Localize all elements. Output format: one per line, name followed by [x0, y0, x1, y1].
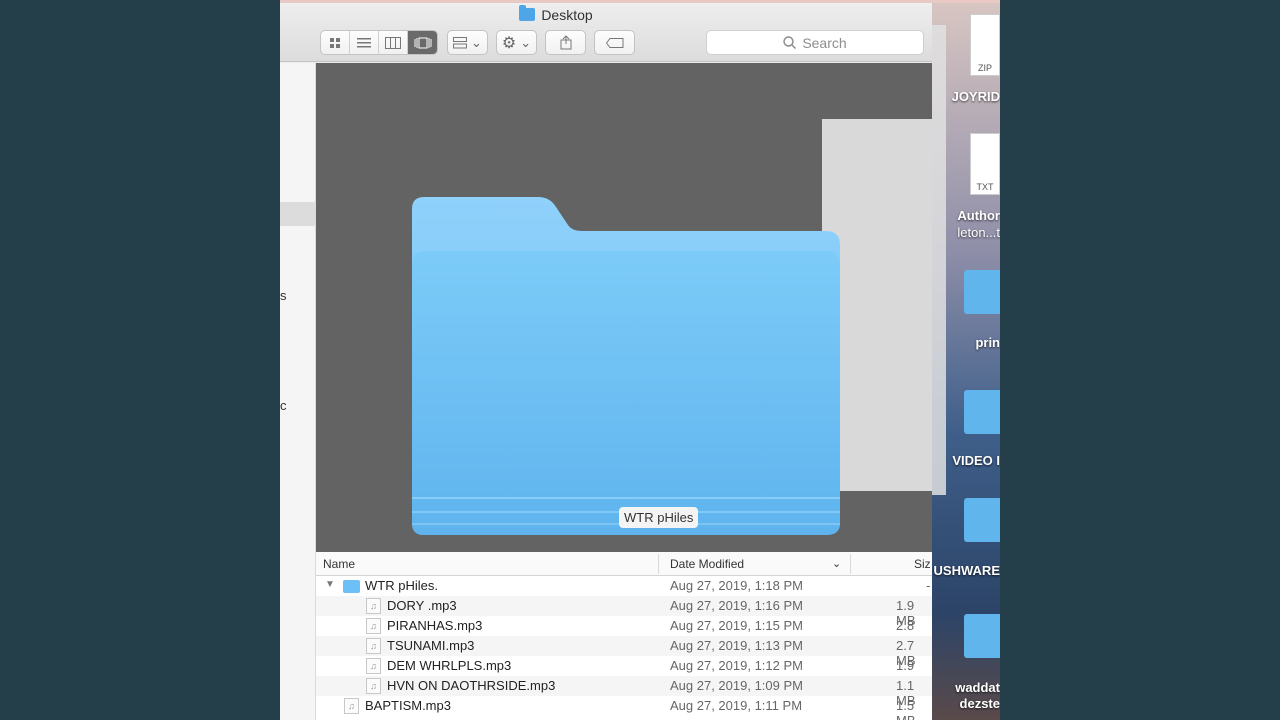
column-header-date[interactable]: Date Modified	[670, 557, 744, 571]
list-row[interactable]: ♫ HVN ON DAOTHRSIDE.mp3 Aug 27, 2019, 1:…	[316, 676, 932, 708]
audio-file-icon: ♫	[366, 678, 381, 694]
audio-file-icon: ♫	[366, 638, 381, 654]
preview-folder-name: WTR pHiles	[619, 507, 699, 528]
file-date: Aug 27, 2019, 1:09 PM	[670, 678, 803, 693]
file-name: DEM WHRLPLS.mp3	[387, 658, 512, 673]
column-view-icon	[385, 36, 401, 49]
folder-icon	[343, 580, 360, 593]
audio-file-icon: ♫	[366, 598, 381, 614]
sidebar-item-fragment[interactable]: c	[280, 398, 287, 413]
gear-icon: ⚙	[501, 34, 517, 52]
group-by-icon	[453, 36, 468, 48]
file-name: PIRANHAS.mp3	[387, 618, 483, 633]
coverflow-preview: WTR pHiles	[316, 63, 932, 552]
share-icon	[560, 35, 571, 50]
text-file-icon[interactable]: TXT	[970, 133, 1000, 195]
zip-file-icon[interactable]: ZIP	[970, 14, 1000, 76]
list-view-icon	[357, 37, 371, 47]
desktop-item-label[interactable]: waddat	[955, 680, 1000, 695]
column-divider[interactable]	[658, 554, 659, 574]
desktop-item-label[interactable]: prin	[975, 335, 1000, 350]
desktop-item-label[interactable]: Author	[957, 208, 1000, 223]
desktop-item-label[interactable]: JOYRID	[952, 89, 1000, 104]
desktop: ZIP JOYRID TXT Author leton...t prin VID…	[932, 0, 1000, 720]
desktop-item-label[interactable]: VIDEO I	[952, 453, 1000, 468]
search-placeholder: Search	[802, 34, 847, 51]
list-row[interactable]: ♫ DORY .mp3 Aug 27, 2019, 1:16 PM 1.9 MB	[316, 596, 932, 628]
file-date: Aug 27, 2019, 1:18 PM	[670, 578, 803, 593]
background-window	[932, 25, 946, 495]
view-mode-control[interactable]	[320, 30, 438, 55]
folder-icon	[519, 5, 536, 21]
chevron-down-icon[interactable]: ⌄	[832, 557, 841, 570]
right-frame	[1000, 0, 1280, 720]
list-row-folder[interactable]: ▼ WTR pHiles. Aug 27, 2019, 1:18 PM --	[316, 576, 932, 608]
desktop-folder-icon[interactable]	[964, 614, 1000, 658]
list-row[interactable]: ♫ TSUNAMI.mp3 Aug 27, 2019, 1:13 PM 2.7 …	[316, 636, 932, 668]
desktop-folder-icon[interactable]	[964, 390, 1000, 434]
list-row[interactable]: ♫ DEM WHRLPLS.mp3 Aug 27, 2019, 1:12 PM …	[316, 656, 932, 688]
window-title: Desktop	[280, 5, 832, 23]
list-header: Name Date Modified ⌄ Siz	[316, 552, 932, 576]
window-edge	[280, 0, 1000, 3]
desktop-folder-icon[interactable]	[964, 270, 1000, 314]
file-name: DORY .mp3	[387, 598, 457, 613]
list-row[interactable]: ♫ PIRANHAS.mp3 Aug 27, 2019, 1:15 PM 2.8…	[316, 616, 932, 648]
audio-file-icon: ♫	[366, 618, 381, 634]
group-by-button[interactable]: ⌄	[447, 30, 488, 55]
sidebar: s c	[280, 63, 316, 720]
column-divider[interactable]	[850, 554, 851, 574]
list-row[interactable]: ♫ BAPTISM.mp3 Aug 27, 2019, 1:11 PM 1.5 …	[316, 696, 932, 720]
column-header-size[interactable]: Siz	[914, 557, 931, 571]
search-field[interactable]: Search	[706, 30, 924, 55]
file-date: Aug 27, 2019, 1:13 PM	[670, 638, 803, 653]
coverflow-view-icon	[414, 37, 431, 48]
large-folder-icon[interactable]	[410, 197, 842, 537]
column-header-name[interactable]: Name	[323, 557, 355, 571]
desktop-item-label[interactable]: dezste	[960, 696, 1000, 711]
file-name: BAPTISM.mp3	[365, 698, 451, 713]
file-date: Aug 27, 2019, 1:12 PM	[670, 658, 803, 673]
sidebar-item-fragment[interactable]: s	[280, 288, 287, 303]
audio-file-icon: ♫	[344, 698, 359, 714]
file-date: Aug 27, 2019, 1:16 PM	[670, 598, 803, 613]
file-size: 1.5 MB	[896, 698, 916, 720]
tag-button[interactable]	[594, 30, 635, 55]
file-list: Name Date Modified ⌄ Siz ▼ WTR pHiles. A…	[316, 552, 932, 720]
column-view-button[interactable]	[379, 31, 408, 54]
left-frame	[0, 0, 280, 720]
chevron-down-icon: ⌄	[520, 34, 532, 50]
file-date: Aug 27, 2019, 1:15 PM	[670, 618, 803, 633]
list-view-button[interactable]	[350, 31, 379, 54]
desktop-item-label[interactable]: USHWARE	[934, 563, 1000, 578]
coverflow-view-button[interactable]	[408, 31, 437, 54]
icon-view-icon	[330, 37, 340, 48]
finder-window: Desktop ⌄ ⚙ ⌄ Search s c WTR pHiles Name…	[280, 0, 932, 720]
file-name: HVN ON DAOTHRSIDE.mp3	[387, 678, 556, 693]
audio-file-icon: ♫	[366, 658, 381, 674]
desktop-folder-icon[interactable]	[964, 498, 1000, 542]
file-name: WTR pHiles.	[365, 578, 438, 593]
search-icon	[783, 36, 797, 49]
file-name: TSUNAMI.mp3	[387, 638, 475, 653]
action-button[interactable]: ⚙ ⌄	[496, 30, 537, 55]
tag-icon	[605, 37, 623, 48]
sidebar-selected-item[interactable]	[280, 202, 315, 226]
share-button[interactable]	[545, 30, 586, 55]
icon-view-button[interactable]	[321, 31, 350, 54]
file-date: Aug 27, 2019, 1:11 PM	[670, 698, 803, 713]
desktop-item-label[interactable]: leton...t	[957, 225, 1000, 240]
titlebar: Desktop ⌄ ⚙ ⌄ Search	[280, 0, 932, 62]
chevron-down-icon: ⌄	[471, 34, 482, 50]
disclosure-triangle-icon[interactable]: ▼	[325, 579, 335, 590]
